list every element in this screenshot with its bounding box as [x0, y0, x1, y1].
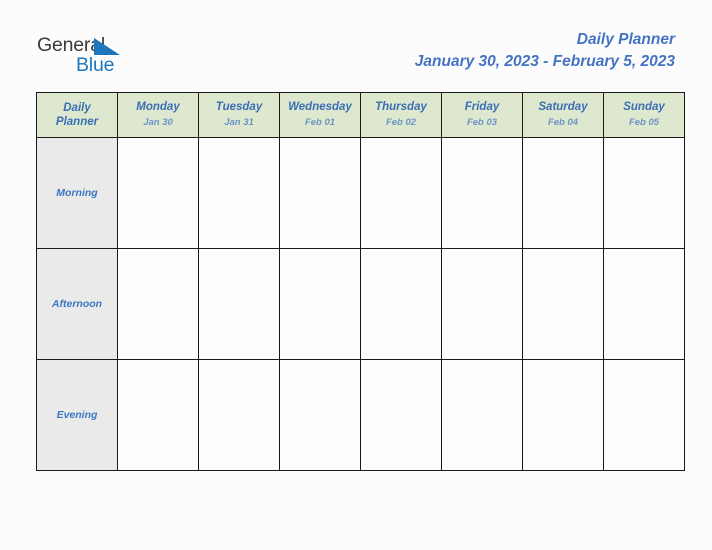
slot-evening-friday[interactable] — [441, 359, 523, 471]
slot-afternoon-saturday[interactable] — [522, 248, 604, 360]
day-header-saturday: Saturday Feb 04 — [522, 92, 604, 138]
slot-morning-wednesday[interactable] — [279, 137, 361, 249]
brand-logo[interactable]: General Blue — [37, 34, 237, 84]
day-name: Saturday — [538, 101, 588, 113]
slot-morning-sunday[interactable] — [603, 137, 685, 249]
slot-evening-thursday[interactable] — [360, 359, 442, 471]
table-row-afternoon: Afternoon — [36, 248, 685, 360]
slot-morning-thursday[interactable] — [360, 137, 442, 249]
slot-afternoon-monday[interactable] — [117, 248, 199, 360]
day-date: Jan 31 — [224, 117, 254, 128]
slot-afternoon-thursday[interactable] — [360, 248, 442, 360]
slot-afternoon-sunday[interactable] — [603, 248, 685, 360]
day-date: Jan 30 — [143, 117, 173, 128]
day-date: Feb 02 — [385, 117, 417, 128]
table-header-row: Daily Planner Monday Jan 30 Tuesday Jan … — [36, 92, 685, 138]
slot-evening-sunday[interactable] — [603, 359, 685, 471]
table-row-morning: Morning — [36, 137, 685, 249]
day-name: Tuesday — [215, 101, 263, 113]
day-header-tuesday: Tuesday Jan 31 — [198, 92, 280, 138]
day-name: Sunday — [623, 101, 665, 113]
day-header-monday: Monday Jan 30 — [117, 92, 199, 138]
day-date: Feb 03 — [466, 117, 498, 128]
row-label-text: Evening — [56, 409, 98, 421]
table-body: Morning Afternoon Evening — [36, 137, 685, 471]
day-header-thursday: Thursday Feb 02 — [360, 92, 442, 138]
slot-evening-tuesday[interactable] — [198, 359, 280, 471]
day-date: Feb 01 — [304, 117, 336, 128]
day-name: Thursday — [375, 101, 427, 113]
slot-afternoon-tuesday[interactable] — [198, 248, 280, 360]
slot-morning-monday[interactable] — [117, 137, 199, 249]
slot-afternoon-wednesday[interactable] — [279, 248, 361, 360]
title-block: Daily Planner January 30, 2023 - Februar… — [415, 30, 675, 72]
day-name: Wednesday — [288, 101, 352, 113]
day-header-friday: Friday Feb 03 — [441, 92, 523, 138]
row-label-afternoon: Afternoon — [36, 248, 118, 360]
slot-evening-saturday[interactable] — [522, 359, 604, 471]
slot-evening-monday[interactable] — [117, 359, 199, 471]
day-header-sunday: Sunday Feb 05 — [603, 92, 685, 138]
table-header: Daily Planner Monday Jan 30 Tuesday Jan … — [36, 92, 685, 138]
triangle-icon — [94, 38, 120, 55]
day-date: Feb 05 — [628, 117, 660, 128]
day-name: Friday — [464, 101, 500, 113]
page-header: General Blue Daily Planner January 30, 2… — [0, 0, 712, 92]
corner-header-cell: Daily Planner — [36, 92, 118, 138]
row-label-text: Morning — [56, 187, 98, 199]
row-label-text: Afternoon — [51, 298, 103, 310]
slot-morning-saturday[interactable] — [522, 137, 604, 249]
day-name: Monday — [136, 101, 180, 113]
day-date: Feb 04 — [547, 117, 579, 128]
row-label-morning: Morning — [36, 137, 118, 249]
corner-label-line1: Daily — [63, 102, 91, 114]
day-header-wednesday: Wednesday Feb 01 — [279, 92, 361, 138]
slot-evening-wednesday[interactable] — [279, 359, 361, 471]
slot-morning-friday[interactable] — [441, 137, 523, 249]
logo-text-blue: Blue — [76, 54, 115, 76]
row-label-evening: Evening — [36, 359, 118, 471]
date-range: January 30, 2023 - February 5, 2023 — [414, 53, 675, 70]
corner-label-line2: Planner — [55, 116, 99, 128]
daily-planner-table: Daily Planner Monday Jan 30 Tuesday Jan … — [36, 92, 685, 471]
table-row-evening: Evening — [36, 359, 685, 471]
slot-morning-tuesday[interactable] — [198, 137, 280, 249]
slot-afternoon-friday[interactable] — [441, 248, 523, 360]
page-title: Daily Planner — [576, 31, 675, 48]
